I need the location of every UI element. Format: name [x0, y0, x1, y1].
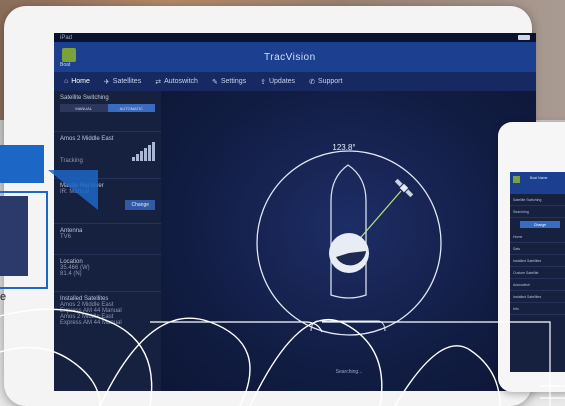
location-lon: 81.4 (N): [60, 271, 82, 277]
phone-row[interactable]: Info: [510, 303, 565, 315]
nav-settings[interactable]: ✎ Settings: [212, 78, 246, 86]
tablet-screen: iPad Boat TracVision ⌂ Home ✈ Satellites…: [54, 33, 536, 391]
nav-support[interactable]: ✆ Support: [309, 78, 342, 86]
status-text: Searching...: [336, 369, 363, 375]
change-button[interactable]: Change: [125, 200, 155, 210]
nav-bar: ⌂ Home ✈ Satellites ⇄ Autoswitch ✎ Setti…: [54, 72, 536, 92]
installed-section: Installed Satellites Amos 2 Middle East …: [54, 292, 161, 330]
switching-title: Satellite Switching: [60, 95, 109, 101]
nav-label: Settings: [220, 78, 247, 85]
status-bar: iPad: [54, 33, 536, 42]
phone-title: Boat Name: [530, 176, 548, 180]
boat-compass-graphic: 123.8° Searching...: [256, 143, 442, 375]
app-header: Boat TracVision: [54, 42, 536, 72]
signal-strength-icon: [132, 142, 155, 161]
battery-icon: [518, 35, 530, 40]
sidebar: Satellite Switching MANUAL AUTOMATIC Amo…: [54, 91, 161, 391]
phone-row[interactable]: Searching: [510, 206, 565, 218]
brand-title: TracVision: [264, 52, 316, 63]
nav-label: Support: [317, 78, 343, 85]
antenna-section: Antenna TV6: [54, 224, 161, 255]
location-section: Location 35.466 (W) 81.4 (N): [54, 255, 161, 292]
manual-option[interactable]: MANUAL: [60, 104, 108, 112]
nav-label: Satellites: [112, 78, 142, 85]
phone-screen: Boat Name Satellite Switching Searching …: [510, 172, 565, 372]
phone-icon: ✆: [309, 78, 315, 86]
antenna-value: TV6: [60, 234, 72, 240]
phone-change-button[interactable]: Change: [520, 221, 560, 228]
dashboard-main: 123.8° Searching...: [161, 91, 536, 391]
phone-row[interactable]: Installed Satellites: [510, 291, 565, 303]
nav-updates[interactable]: ⇪ Updates: [260, 78, 295, 86]
overlay-blue-block: [0, 145, 44, 183]
change-button-wrap: Change: [125, 193, 155, 211]
phone-row[interactable]: Sats: [510, 243, 565, 255]
wrench-icon: ✎: [211, 78, 218, 86]
switching-section: Satellite Switching MANUAL AUTOMATIC: [54, 91, 161, 132]
nav-home[interactable]: ⌂ Home: [64, 78, 90, 85]
app-logo-icon: [62, 48, 76, 62]
nav-autoswitch[interactable]: ⇄ Autoswitch: [155, 78, 198, 86]
switch-icon: ⇄: [155, 78, 162, 86]
overlay-panel: [0, 196, 28, 276]
home-icon: ⌂: [64, 78, 69, 85]
content-area: Satellite Switching MANUAL AUTOMATIC Amo…: [54, 91, 536, 391]
satellite-icon: ✈: [103, 78, 110, 86]
boat-stern-line: [310, 320, 386, 332]
automatic-option[interactable]: AUTOMATIC: [107, 104, 155, 112]
nav-label: Updates: [268, 78, 296, 85]
phone-row[interactable]: Installed Satellites: [510, 255, 565, 267]
phone-row[interactable]: Satellite Switching: [510, 194, 565, 206]
switching-toggle: MANUAL AUTOMATIC: [60, 104, 155, 112]
nav-label: Autoswitch: [164, 78, 198, 85]
overlay-diagonal: [48, 170, 98, 210]
overlay-text: e: [0, 291, 7, 303]
boat-outline-icon: [330, 164, 367, 299]
nav-satellites[interactable]: ✈ Satellites: [104, 78, 141, 86]
phone-row[interactable]: Custom Satellite: [510, 267, 565, 279]
logo-caption: Boat: [60, 62, 71, 68]
installed-item[interactable]: Express AM 44 Manual: [60, 320, 155, 326]
phone-row[interactable]: Autoswitch: [510, 279, 565, 291]
carrier-label: iPad: [60, 34, 73, 41]
phone-device: Boat Name Satellite Switching Searching …: [498, 122, 565, 392]
phone-row[interactable]: Home: [510, 231, 565, 243]
updates-icon: ⇪: [260, 78, 266, 86]
phone-logo-icon: [513, 176, 520, 183]
phone-header: Boat Name: [510, 172, 565, 194]
nav-label: Home: [71, 78, 90, 85]
